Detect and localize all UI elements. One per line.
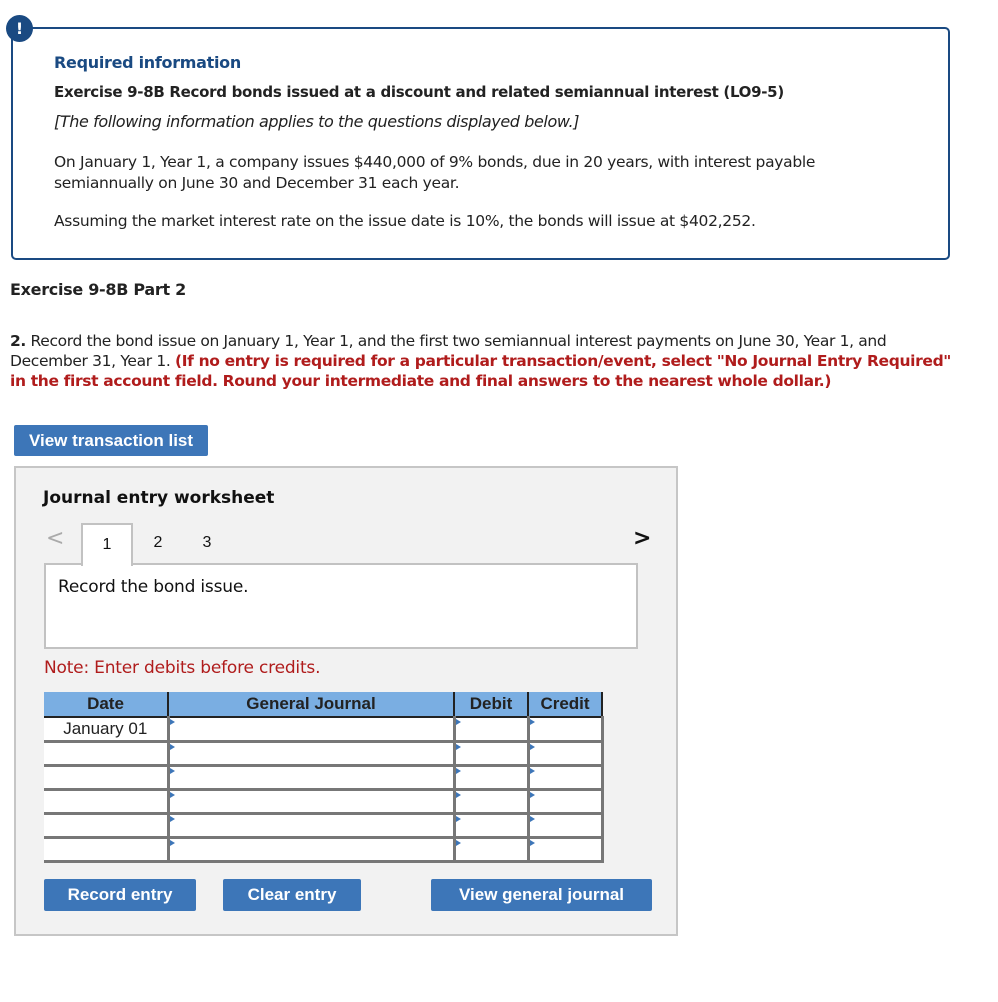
transaction-description: Record the bond issue. xyxy=(58,577,249,597)
account-input[interactable] xyxy=(168,764,456,791)
date-cell[interactable] xyxy=(44,765,170,791)
required-information-box: Required information Exercise 9-8B Recor… xyxy=(11,27,950,260)
debit-input[interactable] xyxy=(454,812,530,839)
bond-details-paragraph: On January 1, Year 1, a company issues $… xyxy=(54,153,816,192)
question-text: 2. Record the bond issue on January 1, Y… xyxy=(10,331,960,391)
account-input[interactable] xyxy=(168,788,456,815)
debit-input[interactable] xyxy=(454,716,530,743)
journal-row xyxy=(44,812,604,839)
credit-input[interactable] xyxy=(528,716,604,743)
credit-input[interactable] xyxy=(528,788,604,815)
journal-row xyxy=(44,764,604,791)
debit-credit-note: Note: Enter debits before credits. xyxy=(44,658,321,678)
column-header-date: Date xyxy=(44,692,169,718)
tab-2[interactable]: 2 xyxy=(134,523,182,565)
journal-header-row: Date General Journal Debit Credit xyxy=(44,692,603,718)
credit-input[interactable] xyxy=(528,740,604,767)
tab-3[interactable]: 3 xyxy=(183,523,231,565)
exclamation-icon: ! xyxy=(6,15,33,42)
account-input[interactable] xyxy=(168,716,456,743)
journal-row xyxy=(44,836,604,863)
date-cell[interactable] xyxy=(44,741,170,767)
journal-table: Date General Journal Debit Credit Januar… xyxy=(44,692,604,863)
tab-1[interactable]: 1 xyxy=(81,523,133,566)
record-entry-button[interactable]: Record entry xyxy=(44,879,196,911)
debit-input[interactable] xyxy=(454,836,530,863)
journal-entry-worksheet: Journal entry worksheet < 1 2 3 > Record… xyxy=(14,466,678,936)
date-cell[interactable] xyxy=(44,837,170,863)
account-input[interactable] xyxy=(168,812,456,839)
view-general-journal-button[interactable]: View general journal xyxy=(431,879,652,911)
journal-row xyxy=(44,740,604,767)
debit-input[interactable] xyxy=(454,764,530,791)
credit-input[interactable] xyxy=(528,836,604,863)
column-header-general-journal: General Journal xyxy=(168,692,455,718)
market-rate-paragraph: Assuming the market interest rate on the… xyxy=(54,212,756,230)
part-title: Exercise 9-8B Part 2 xyxy=(10,280,186,299)
journal-row: January 01 xyxy=(44,716,604,743)
date-cell[interactable] xyxy=(44,813,170,839)
account-input[interactable] xyxy=(168,740,456,767)
chevron-right-icon[interactable]: > xyxy=(633,526,651,551)
worksheet-title: Journal entry worksheet xyxy=(43,488,275,508)
credit-input[interactable] xyxy=(528,764,604,791)
column-header-credit: Credit xyxy=(528,692,603,718)
clear-entry-button[interactable]: Clear entry xyxy=(223,879,361,911)
column-header-debit: Debit xyxy=(454,692,529,718)
credit-input[interactable] xyxy=(528,812,604,839)
view-transaction-list-button[interactable]: View transaction list xyxy=(14,425,208,456)
date-cell[interactable]: January 01 xyxy=(44,717,170,743)
applies-note: [The following information applies to th… xyxy=(54,112,580,131)
chevron-left-icon[interactable]: < xyxy=(46,526,64,551)
date-cell[interactable] xyxy=(44,789,170,815)
account-input[interactable] xyxy=(168,836,456,863)
exercise-title: Exercise 9-8B Record bonds issued at a d… xyxy=(54,83,784,101)
question-number: 2. xyxy=(10,332,26,350)
transaction-description-box: Record the bond issue. xyxy=(44,563,638,649)
journal-row xyxy=(44,788,604,815)
debit-input[interactable] xyxy=(454,740,530,767)
required-information-label: Required information xyxy=(54,53,241,72)
debit-input[interactable] xyxy=(454,788,530,815)
